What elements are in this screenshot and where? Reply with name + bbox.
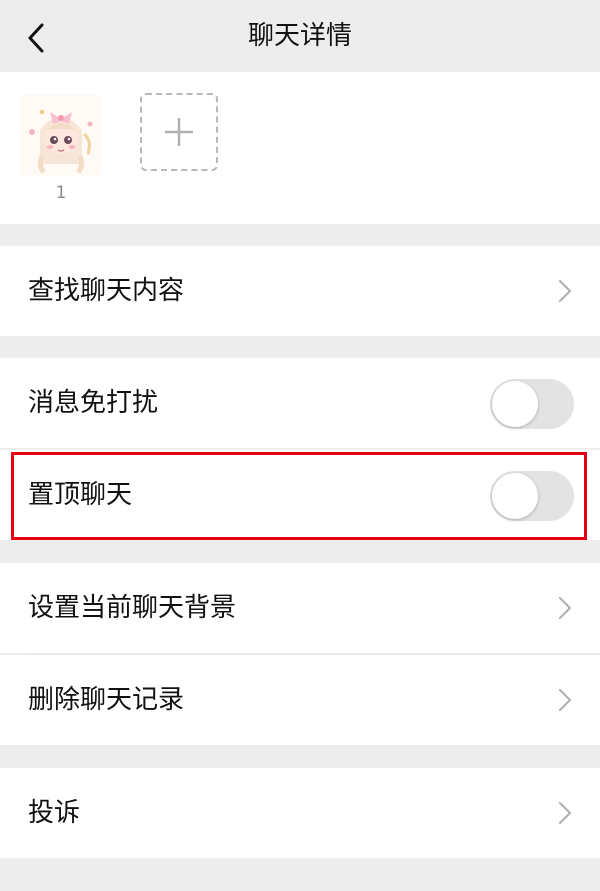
pin-chat-row: 置顶聊天 xyxy=(0,450,600,540)
row-label: 置顶聊天 xyxy=(28,480,133,510)
search-chat-content-row[interactable]: 查找聊天内容 xyxy=(0,246,600,336)
top-bar: 聊天详情 xyxy=(0,0,600,72)
mute-toggle[interactable] xyxy=(490,379,574,429)
row-label: 删除聊天记录 xyxy=(28,685,185,715)
member-name: 1 xyxy=(55,183,67,203)
row-label: 消息免打扰 xyxy=(28,388,159,418)
set-chat-background-row[interactable]: 设置当前聊天背景 xyxy=(0,563,600,653)
chevron-right-icon xyxy=(558,688,572,712)
chevron-right-icon xyxy=(558,279,572,303)
pin-chat-toggle[interactable] xyxy=(490,471,574,521)
chevron-left-icon xyxy=(28,23,44,53)
back-button[interactable] xyxy=(18,20,54,56)
toggle-knob xyxy=(492,473,538,519)
chevron-right-icon xyxy=(558,801,572,825)
row-label: 查找聊天内容 xyxy=(28,276,185,306)
avatar xyxy=(20,94,102,176)
plus-icon xyxy=(165,118,193,146)
clear-chat-history-row[interactable]: 删除聊天记录 xyxy=(0,655,600,745)
toggle-knob xyxy=(492,381,538,427)
add-member-button[interactable] xyxy=(140,93,218,171)
members-section: 1 xyxy=(0,72,600,224)
chevron-right-icon xyxy=(558,596,572,620)
report-row[interactable]: 投诉 xyxy=(0,768,600,858)
member-item[interactable]: 1 xyxy=(20,94,102,204)
mute-notifications-row: 消息免打扰 xyxy=(0,358,600,448)
row-label: 设置当前聊天背景 xyxy=(28,593,237,623)
page-title: 聊天详情 xyxy=(247,21,352,51)
row-label: 投诉 xyxy=(28,798,81,828)
